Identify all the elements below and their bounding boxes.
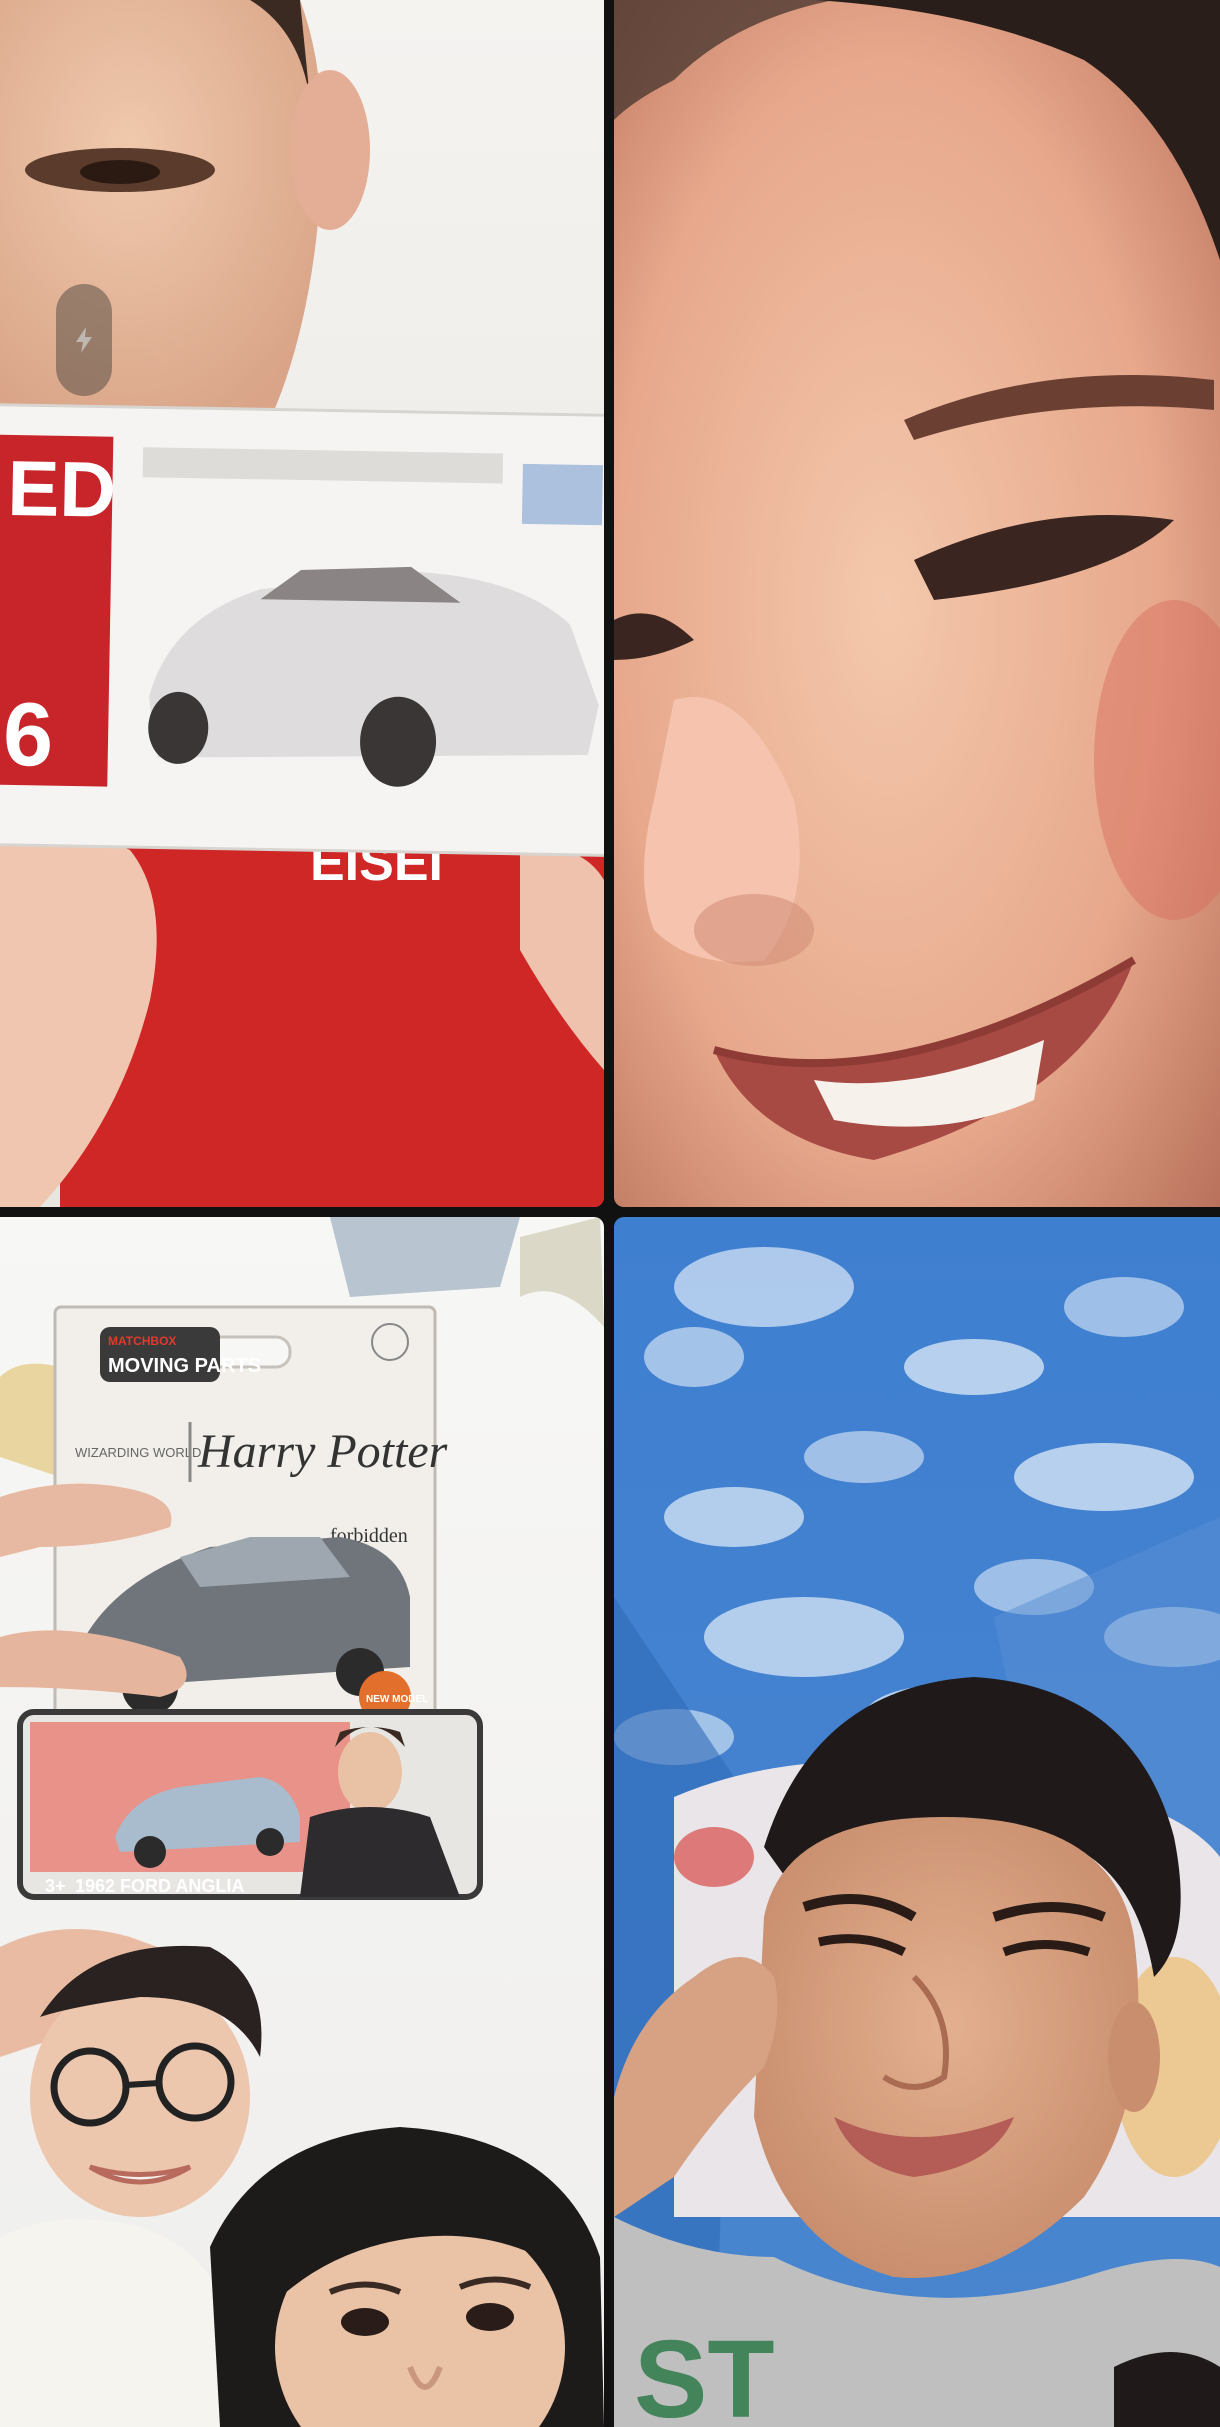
package-age: 3+ <box>45 1876 66 1896</box>
flash-toggle-button[interactable] <box>56 284 112 396</box>
participant-2-video <box>614 0 1220 1207</box>
flash-off-icon <box>76 327 92 353</box>
package-brand-top: MATCHBOX <box>108 1334 176 1348</box>
participant-3-video-tile[interactable]: MATCHBOX MOVING PARTS WIZARDING WORLD Ha… <box>0 1217 604 2427</box>
package-badge: NEW MODEL <box>366 1694 428 1705</box>
package-series: WIZARDING WORLD <box>75 1445 201 1460</box>
video-call-grid: EISEI ED 6 MATCHBOX MOVING PARTS WIZARDI… <box>0 0 1220 2427</box>
participant-4-video-tile[interactable]: ST <box>614 1217 1220 2427</box>
participant-1-video: EISEI ED 6 <box>0 0 604 1207</box>
svg-text:ED: ED <box>7 444 117 534</box>
package-model: 1962 FORD ANGLIA <box>75 1876 244 1896</box>
participant-3-video: MATCHBOX MOVING PARTS WIZARDING WORLD Ha… <box>0 1217 604 2427</box>
package-title: Harry Potter <box>197 1425 448 1478</box>
participant-2-video-tile[interactable] <box>614 0 1220 1207</box>
participant-1-video-tile[interactable]: EISEI ED 6 <box>0 0 604 1207</box>
participant-4-video: ST <box>614 1217 1220 2427</box>
package-brand: MOVING PARTS <box>108 1355 261 1377</box>
svg-text:ST: ST <box>634 2318 775 2427</box>
svg-text:6: 6 <box>2 685 54 786</box>
